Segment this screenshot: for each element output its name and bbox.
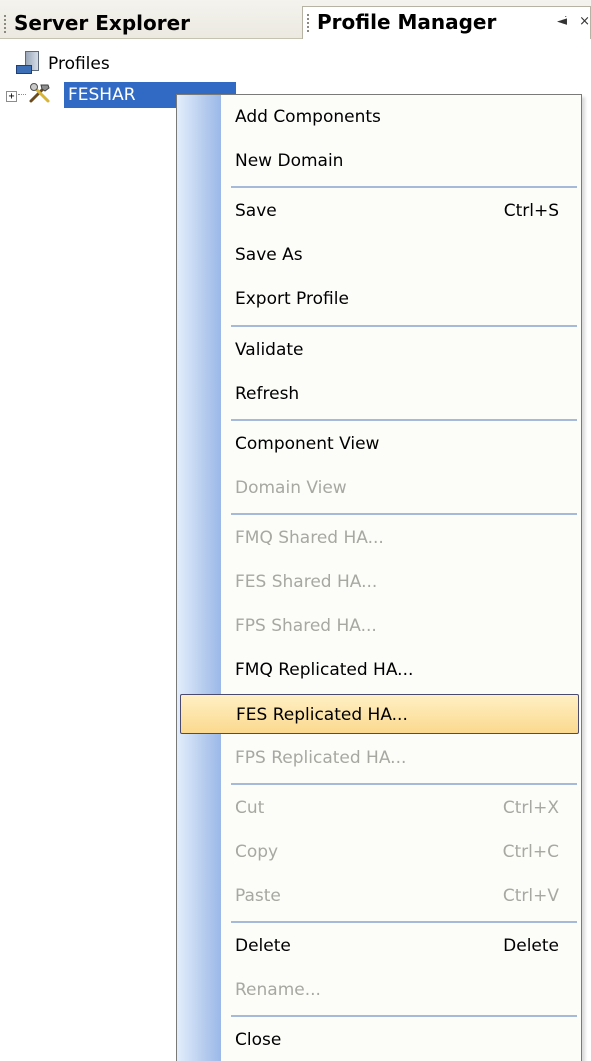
grip-handle xyxy=(4,15,8,33)
menu-item-save-as[interactable]: Save As xyxy=(177,235,581,275)
pin-icon[interactable]: ◄ׁ xyxy=(557,14,567,29)
expand-icon[interactable]: + xyxy=(6,91,17,102)
menu-item-save[interactable]: Save Ctrl+S xyxy=(177,191,581,231)
menu-item-copy: Copy Ctrl+C xyxy=(177,832,581,872)
tab-profile-manager[interactable]: Profile Manager ◄ׁ × xyxy=(302,6,591,39)
menu-item-validate[interactable]: Validate xyxy=(177,330,581,370)
shortcut-label: Ctrl+C xyxy=(502,842,559,862)
menu-item-refresh[interactable]: Refresh xyxy=(177,374,581,414)
menu-item-component-view[interactable]: Component View xyxy=(177,424,581,464)
menu-separator xyxy=(231,921,577,923)
tree-root-label: Profiles xyxy=(48,54,110,74)
tools-icon xyxy=(29,83,50,103)
menu-item-export-profile[interactable]: Export Profile xyxy=(177,279,581,319)
menu-item-fmq-replicated-ha[interactable]: FMQ Replicated HA... xyxy=(177,650,581,690)
menu-item-cut: Cut Ctrl+X xyxy=(177,788,581,828)
tab-profile-manager-label: Profile Manager xyxy=(317,10,497,34)
menu-item-fmq-shared-ha: FMQ Shared HA... xyxy=(235,528,384,548)
menu-item-close[interactable]: Close xyxy=(177,1020,581,1060)
menu-item-add-components[interactable]: Add Components xyxy=(177,97,581,137)
shortcut-label: Ctrl+V xyxy=(502,886,559,906)
shortcut-label: Delete xyxy=(503,936,559,956)
menu-item-fes-shared-ha: FES Shared HA... xyxy=(235,572,378,592)
tab-server-explorer[interactable]: Server Explorer xyxy=(0,8,300,38)
tree-connector xyxy=(18,94,26,95)
menu-item-delete[interactable]: Delete Delete xyxy=(177,926,581,966)
server-icon xyxy=(16,51,40,74)
menu-separator xyxy=(231,325,577,327)
menu-item-fps-replicated-ha: FPS Replicated HA... xyxy=(235,748,407,768)
context-menu: Add Components New Domain Save Ctrl+S Sa… xyxy=(176,94,582,1061)
menu-separator xyxy=(231,419,577,421)
menu-item-new-domain[interactable]: New Domain xyxy=(177,141,581,181)
tree-root-profiles[interactable]: Profiles xyxy=(16,49,110,79)
tab-buttons: ◄ׁ × xyxy=(549,7,590,37)
close-icon[interactable]: × xyxy=(579,14,590,29)
menu-separator xyxy=(231,1015,577,1017)
menu-item-fes-replicated-ha[interactable]: FES Replicated HA... xyxy=(180,694,579,734)
menu-item-rename: Rename... xyxy=(235,980,321,1000)
tool-window-tabstrip: Server Explorer Profile Manager ◄ׁ × xyxy=(0,0,591,39)
menu-separator xyxy=(231,513,577,515)
menu-item-paste: Paste Ctrl+V xyxy=(177,876,581,916)
menu-item-domain-view: Domain View xyxy=(235,478,347,498)
shortcut-label: Ctrl+S xyxy=(503,201,559,221)
menu-separator xyxy=(231,186,577,188)
menu-separator xyxy=(231,783,577,785)
grip-handle xyxy=(307,14,311,32)
tab-server-explorer-label: Server Explorer xyxy=(14,11,191,35)
menu-item-fps-shared-ha: FPS Shared HA... xyxy=(235,616,377,636)
shortcut-label: Ctrl+X xyxy=(502,798,559,818)
